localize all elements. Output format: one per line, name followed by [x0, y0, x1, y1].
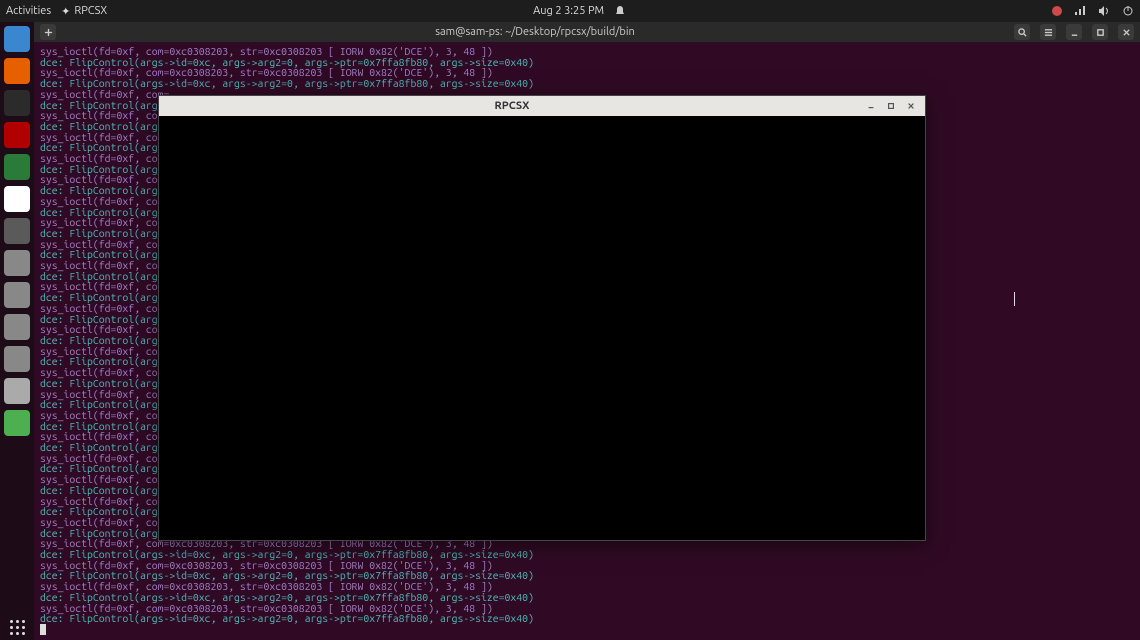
new-tab-button[interactable] [40, 24, 56, 40]
disk2-launcher[interactable] [4, 282, 30, 308]
rpcsx-titlebar[interactable]: RPCSX [159, 96, 925, 116]
disk4-launcher[interactable] [4, 346, 30, 372]
terminal-line: dce: FlipControl(args->id=0xc, args->arg… [40, 78, 1134, 89]
network-icon[interactable] [1074, 5, 1086, 17]
show-applications[interactable] [4, 614, 30, 640]
firefox-launcher[interactable] [4, 58, 30, 84]
disk-launcher[interactable] [4, 250, 30, 276]
text-cursor-icon [1014, 292, 1015, 306]
top-panel: Activities ✦ RPCSX Aug 2 3:25 PM [0, 0, 1140, 22]
volume-icon[interactable] [1098, 5, 1110, 17]
rpcsx-indicator-icon: ✦ [61, 5, 70, 18]
notification-icon[interactable] [614, 5, 626, 17]
files-launcher[interactable] [4, 26, 30, 52]
power-icon[interactable] [1122, 5, 1134, 17]
maximize-button[interactable] [1092, 24, 1108, 40]
rpcsx-close-button[interactable] [903, 98, 919, 114]
search-button[interactable] [1014, 24, 1030, 40]
menu-button[interactable] [1040, 24, 1056, 40]
rpcsx-minimize-button[interactable] [863, 98, 879, 114]
recording-indicator-icon[interactable] [1052, 6, 1062, 16]
terminal-line: dce: FlipControl(args->id=0xc, args->arg… [40, 613, 1134, 624]
rpcsx-window: RPCSX [158, 95, 926, 541]
trash-launcher[interactable] [4, 410, 30, 436]
minimize-button[interactable] [1066, 24, 1082, 40]
terminal-cursor [40, 624, 46, 635]
terminal-line: dce: FlipControl(args->id=0xc, args->arg… [40, 592, 1134, 603]
activities-button[interactable]: Activities [6, 5, 51, 17]
close-button[interactable] [1118, 24, 1134, 40]
clock[interactable]: Aug 2 3:25 PM [533, 5, 604, 17]
terminal-titlebar: sam@sam-ps: ~/Desktop/rpcsx/build/bin [34, 22, 1140, 42]
rpcsx-window-title: RPCSX [165, 100, 859, 112]
rpcsx-viewport[interactable] [159, 116, 925, 540]
disk3-launcher[interactable] [4, 314, 30, 340]
filezilla-launcher[interactable] [4, 122, 30, 148]
terminal-launcher[interactable] [4, 90, 30, 116]
ssd-launcher[interactable] [4, 378, 30, 404]
text-editor-launcher[interactable] [4, 186, 30, 212]
browser-launcher[interactable] [4, 154, 30, 180]
terminal-title: sam@sam-ps: ~/Desktop/rpcsx/build/bin [435, 26, 635, 38]
dock [0, 22, 34, 640]
settings-launcher[interactable] [4, 218, 30, 244]
app-menu-label: RPCSX [74, 5, 107, 17]
rpcsx-maximize-button[interactable] [883, 98, 899, 114]
apps-grid-icon [10, 620, 25, 635]
app-menu[interactable]: ✦ RPCSX [61, 5, 107, 18]
